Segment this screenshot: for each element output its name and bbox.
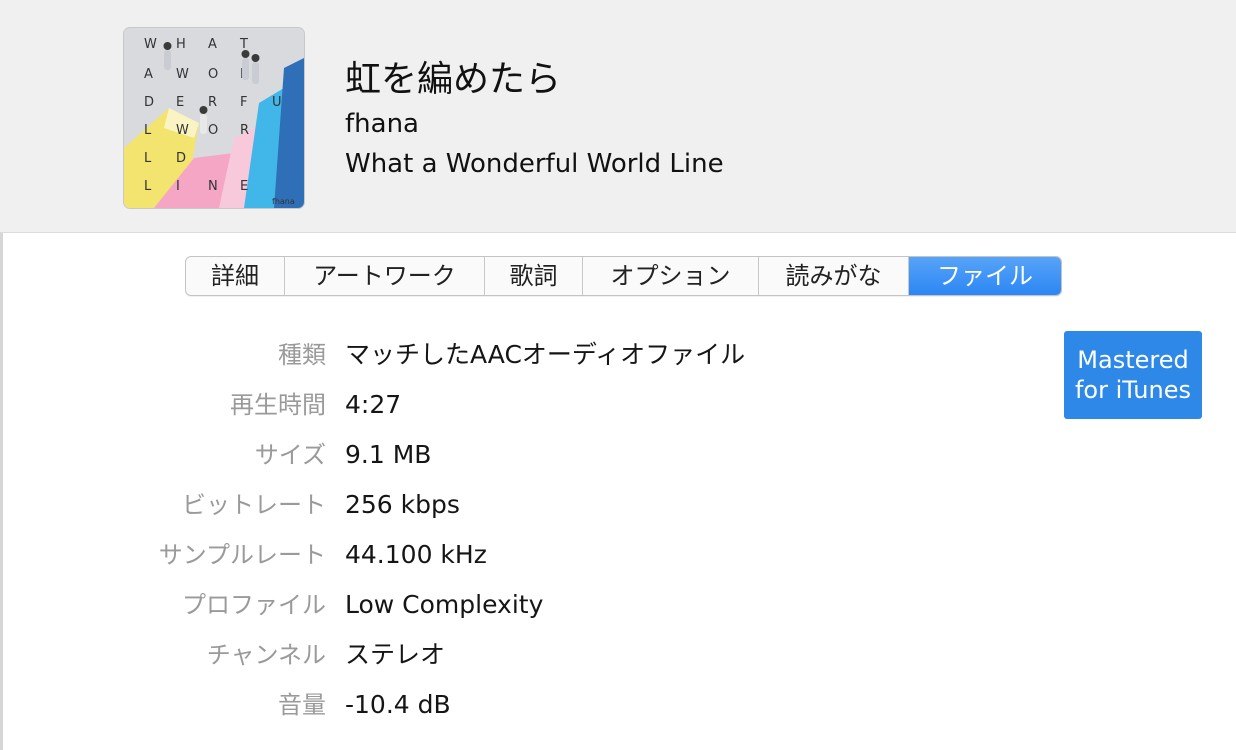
svg-text:fhana: fhana (272, 197, 295, 206)
artwork-letter: L (144, 151, 152, 166)
tab-file[interactable]: ファイル (909, 257, 1061, 295)
artwork-letter: O (208, 67, 218, 82)
artwork-letter: A (208, 37, 217, 52)
info-value: 4:27 (345, 390, 402, 419)
artwork-letter: L (144, 123, 152, 138)
tab-options[interactable]: オプション (583, 257, 759, 295)
artist-name: fhana (345, 109, 419, 139)
artwork-letter: U (272, 95, 282, 110)
info-value: 44.100 kHz (345, 540, 487, 569)
info-value: 9.1 MB (345, 440, 432, 469)
mastered-for-itunes-badge: Mastered for iTunes (1064, 331, 1202, 419)
info-tab-bar: 詳細 アートワーク 歌詞 オプション 読みがな ファイル (185, 256, 1062, 296)
info-value: マッチしたAACオーディオファイル (345, 340, 746, 369)
artwork-letter: R (208, 95, 217, 110)
artwork-letter: O (208, 123, 218, 138)
artwork-letter: R (240, 123, 249, 138)
artwork-letter: E (240, 179, 248, 194)
album-artwork[interactable]: WHATAWONDERFULWORLDLINE fhana (124, 28, 304, 208)
info-row-sample-rate: サンプルレート 44.100 kHz (0, 538, 1000, 572)
artwork-letter: A (144, 67, 153, 82)
badge-line-1: Mastered (1077, 346, 1189, 374)
info-value: ステレオ (345, 640, 446, 669)
artwork-letter: I (176, 179, 180, 194)
info-label: 再生時間 (230, 391, 326, 419)
song-title: 虹を編めたら (345, 59, 562, 100)
info-label: 音量 (278, 691, 326, 719)
info-value: Low Complexity (345, 590, 544, 619)
info-row-channels: チャンネル ステレオ (0, 638, 1000, 672)
info-row-kind: 種類 マッチしたAACオーディオファイル (0, 338, 1000, 372)
info-row-duration: 再生時間 4:27 (0, 388, 1000, 422)
info-value: 256 kbps (345, 490, 460, 519)
artwork-letter: H (176, 37, 186, 52)
info-label: サンプルレート (158, 541, 326, 569)
artwork-letter: W (176, 67, 189, 82)
artwork-letter: D (144, 95, 154, 110)
info-row-bitrate: ビットレート 256 kbps (0, 488, 1000, 522)
album-artwork-image: WHATAWONDERFULWORLDLINE fhana (124, 28, 304, 208)
info-label: プロファイル (182, 591, 326, 619)
tab-sorting[interactable]: 読みがな (759, 257, 909, 295)
tab-artwork[interactable]: アートワーク (285, 257, 485, 295)
info-label: ビットレート (182, 491, 326, 519)
artwork-letter: F (240, 95, 247, 110)
info-row-volume: 音量 -10.4 dB (0, 688, 1000, 722)
artwork-letter: D (176, 151, 186, 166)
artwork-letter: L (144, 179, 152, 194)
info-label: 種類 (278, 341, 326, 369)
artwork-letter: W (144, 37, 157, 52)
badge-line-2: for iTunes (1074, 376, 1191, 404)
artwork-letter: W (176, 123, 189, 138)
tab-lyrics[interactable]: 歌詞 (485, 257, 583, 295)
artwork-letter: E (176, 95, 184, 110)
info-row-size: サイズ 9.1 MB (0, 438, 1000, 472)
artwork-letter: T (239, 37, 248, 52)
track-header: WHATAWONDERFULWORLDLINE fhana 虹を編めたら fha… (0, 0, 1236, 233)
info-label: チャンネル (206, 641, 326, 669)
artwork-letter: N (208, 179, 218, 194)
info-label: サイズ (254, 441, 326, 469)
album-name: What a Wonderful World Line (345, 149, 724, 179)
info-row-profile: プロファイル Low Complexity (0, 588, 1000, 622)
info-value: -10.4 dB (345, 690, 451, 719)
tab-details[interactable]: 詳細 (186, 257, 285, 295)
